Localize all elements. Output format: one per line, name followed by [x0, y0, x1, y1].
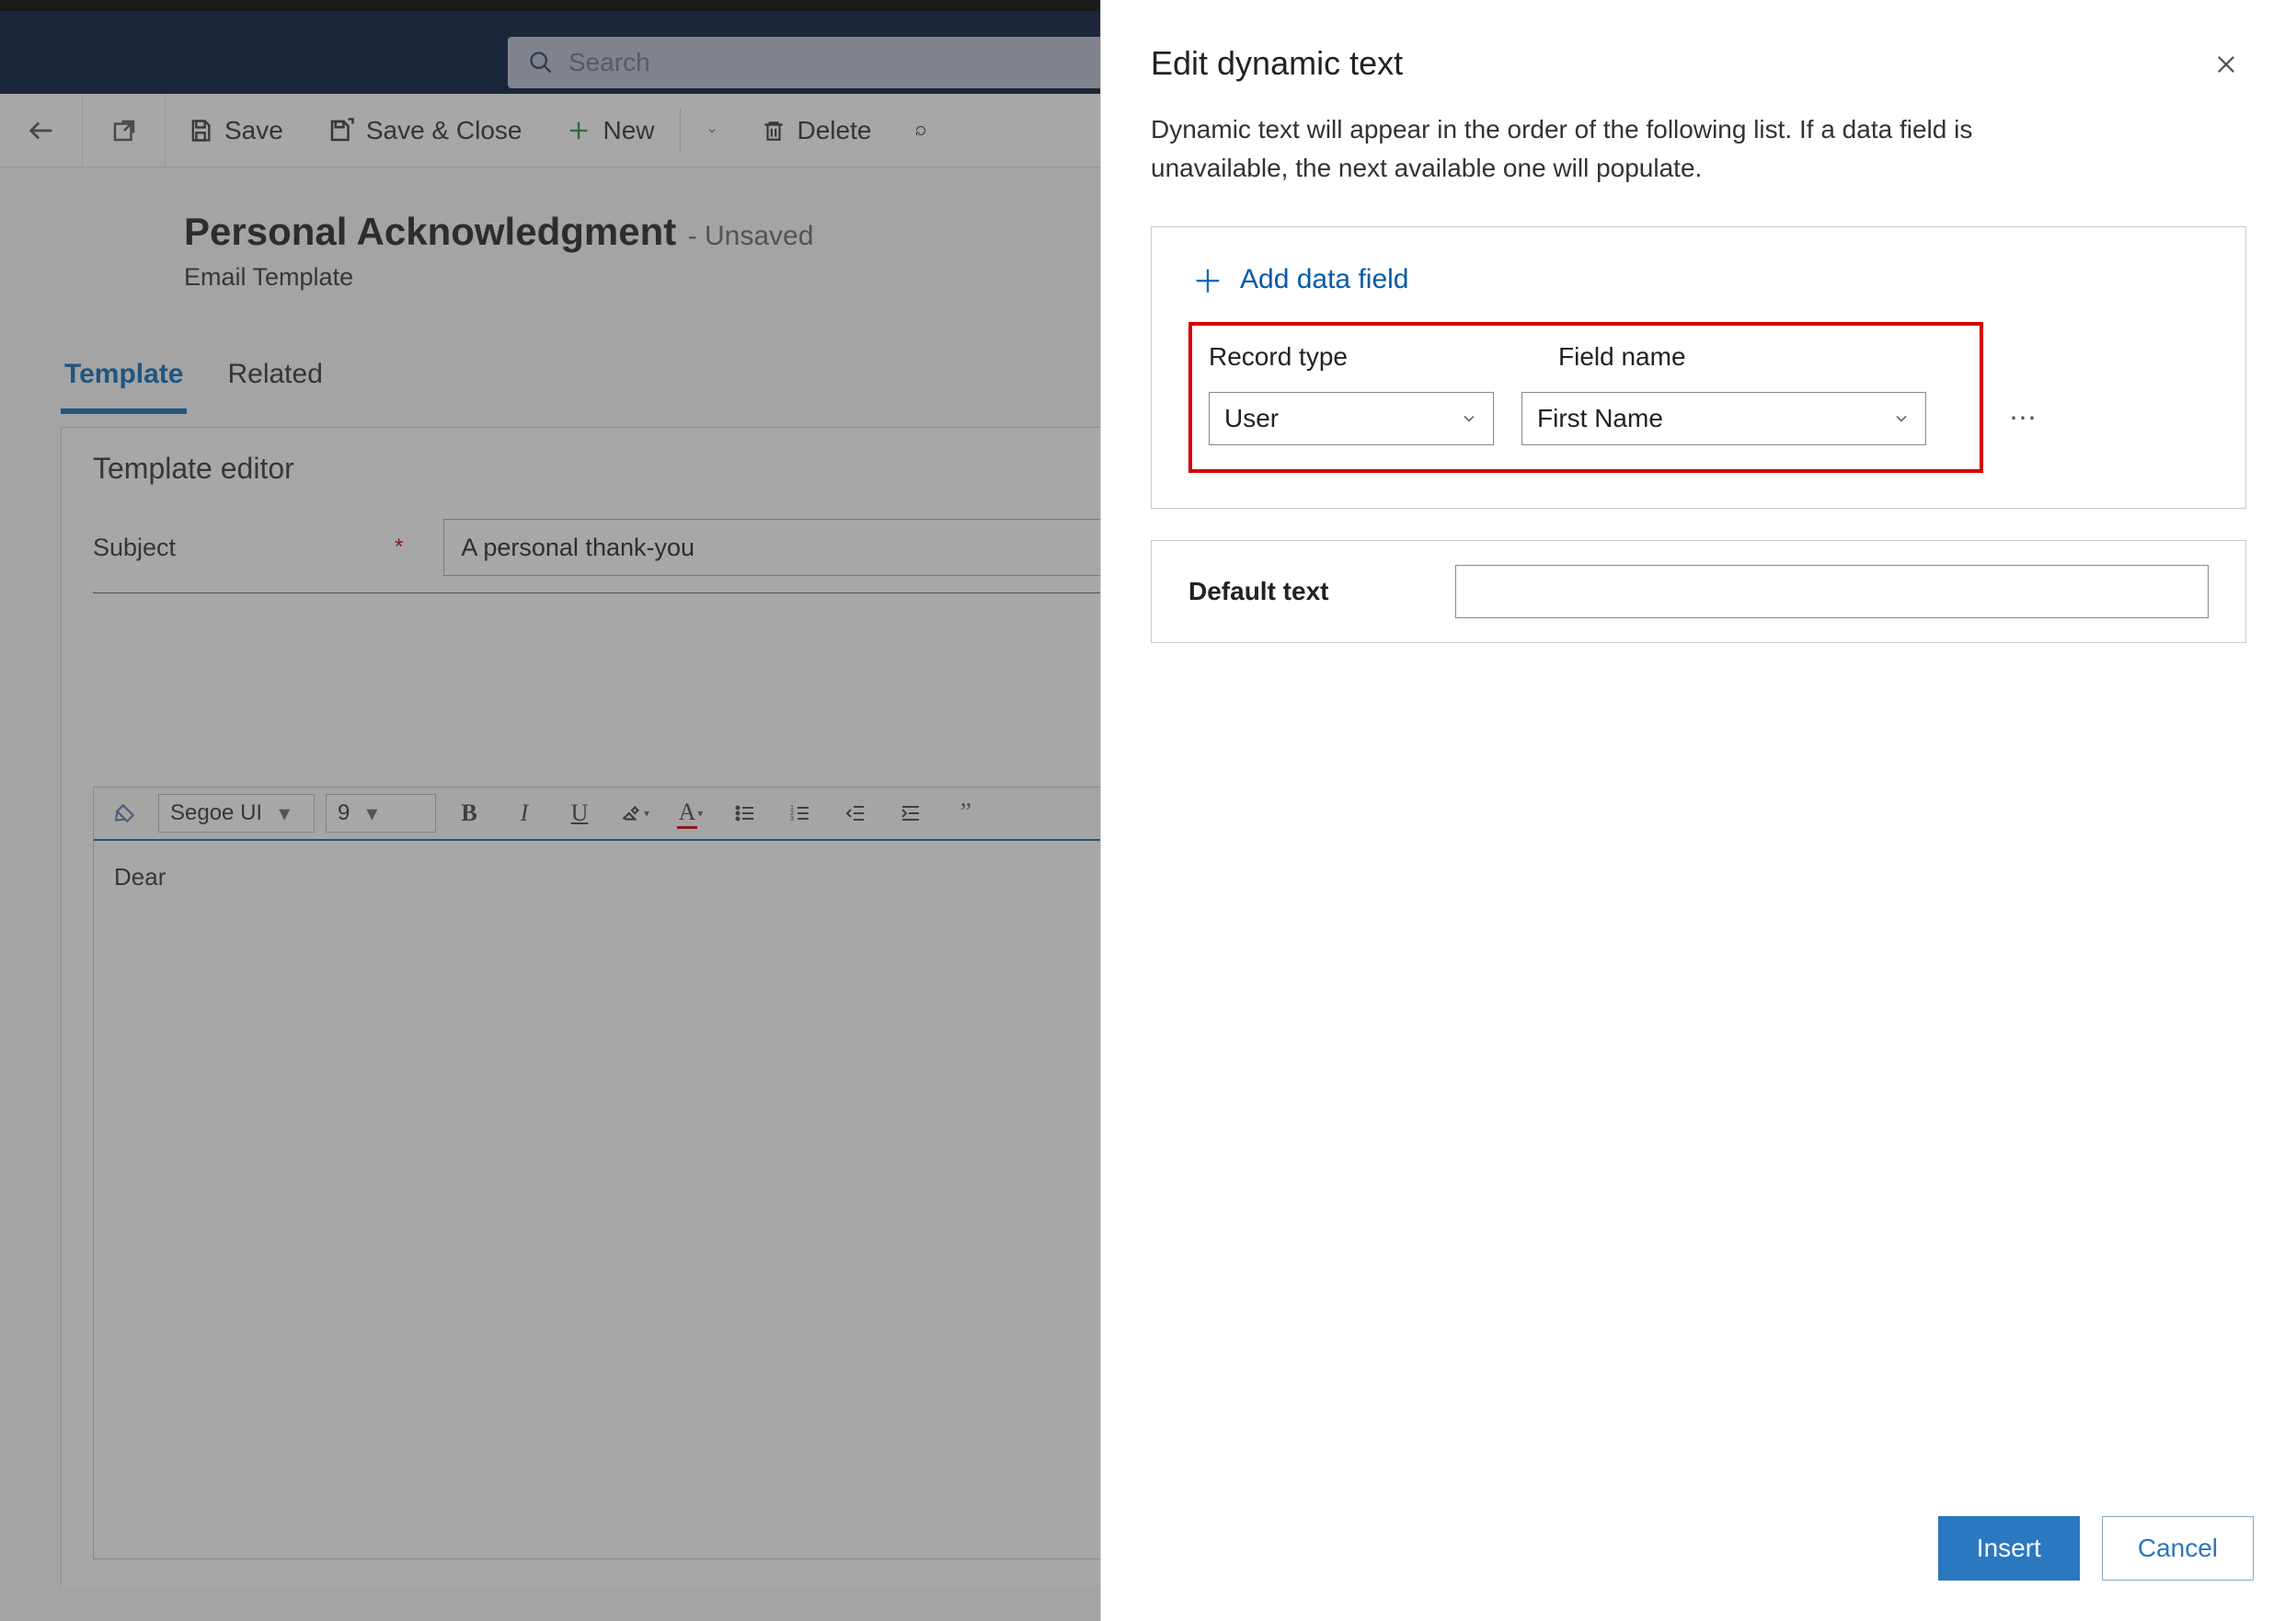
default-text-input[interactable]: [1455, 565, 2209, 618]
add-data-field-button[interactable]: ＋ Add data field: [1188, 251, 2209, 307]
data-fields-group: ＋ Add data field Record type Field name …: [1151, 226, 2246, 509]
cancel-button[interactable]: Cancel: [2102, 1516, 2254, 1581]
panel-footer: Insert Cancel: [1101, 1489, 2296, 1621]
edit-dynamic-text-panel: Edit dynamic text Dynamic text will appe…: [1100, 0, 2296, 1621]
field-name-select[interactable]: First Name: [1521, 392, 1926, 445]
plus-icon: ＋: [1192, 257, 1223, 302]
panel-title: Edit dynamic text: [1151, 44, 2206, 83]
default-text-label: Default text: [1188, 577, 1418, 606]
record-type-select[interactable]: User: [1209, 392, 1494, 445]
chevron-down-icon: [1892, 409, 1911, 428]
row-more-menu[interactable]: ⋯: [2009, 402, 2040, 434]
chevron-down-icon: [1460, 409, 1478, 428]
record-type-value: User: [1224, 404, 1279, 433]
field-name-value: First Name: [1537, 404, 1663, 433]
add-data-field-label: Add data field: [1240, 264, 1408, 295]
close-button[interactable]: [2206, 44, 2246, 85]
default-text-group: Default text: [1151, 540, 2246, 643]
insert-button[interactable]: Insert: [1938, 1516, 2080, 1581]
panel-description: Dynamic text will appear in the order of…: [1101, 96, 2113, 188]
field-row-highlight: Record type Field name User First Name: [1188, 322, 1983, 473]
field-name-header: Field name: [1558, 342, 1963, 372]
record-type-header: Record type: [1209, 342, 1531, 372]
